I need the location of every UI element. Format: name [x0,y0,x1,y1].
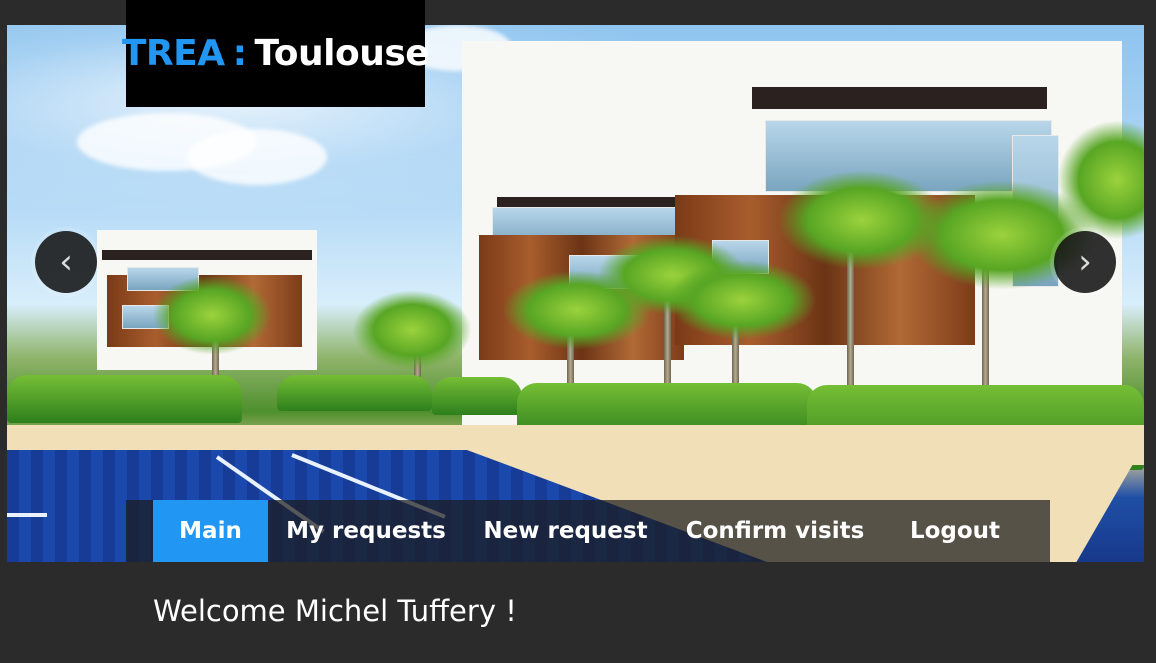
site-logo[interactable]: TREA : Toulouse [122,0,430,107]
palm-fronds [352,290,472,370]
pool-lane-line [7,513,47,517]
palm-fronds [152,275,272,355]
nav-confirm-visits[interactable]: Confirm visits [667,500,883,562]
welcome-message: Welcome Michel Tuffery ! [153,594,517,628]
main-navigation: Main My requests New request Confirm vis… [126,500,1050,562]
left-building-roof [102,250,312,260]
hedge [7,375,242,423]
cloud [187,129,327,185]
hedge [277,375,432,411]
logo-city: Toulouse [254,33,430,74]
palm-fronds [667,260,817,340]
chevron-right-icon: › [1078,242,1092,282]
logo-separator: : [232,33,247,74]
carousel-next-button[interactable]: › [1054,231,1116,293]
chevron-left-icon: ‹ [59,242,73,282]
carousel-prev-button[interactable]: ‹ [35,231,97,293]
hedge [432,377,522,415]
nav-new-request[interactable]: New request [464,500,667,562]
nav-logout[interactable]: Logout [883,500,1027,562]
nav-main[interactable]: Main [153,500,268,562]
main-building-roof [752,87,1047,109]
nav-my-requests[interactable]: My requests [268,500,464,562]
logo-brand: TREA [121,33,225,74]
